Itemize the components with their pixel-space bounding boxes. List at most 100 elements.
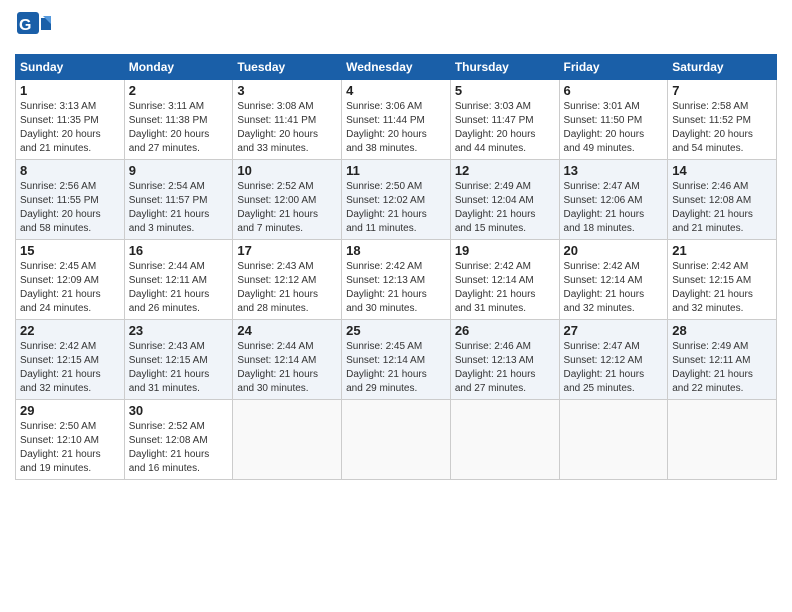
- day-number: 27: [564, 323, 664, 338]
- sunset-label: Sunset: 12:15 AM: [672, 275, 751, 286]
- day-number: 5: [455, 83, 555, 98]
- calendar-cell: 10 Sunrise: 2:52 AM Sunset: 12:00 AM Day…: [233, 160, 342, 240]
- calendar-header-row: SundayMondayTuesdayWednesdayThursdayFrid…: [16, 55, 777, 80]
- calendar-cell: 30 Sunrise: 2:52 AM Sunset: 12:08 AM Day…: [124, 400, 233, 480]
- day-info: Sunrise: 2:44 AM Sunset: 12:14 AM Daylig…: [237, 340, 337, 396]
- day-number: 29: [20, 403, 120, 418]
- day-info: Sunrise: 2:42 AM Sunset: 12:13 AM Daylig…: [346, 260, 446, 316]
- calendar-cell: [450, 400, 559, 480]
- day-info: Sunrise: 2:42 AM Sunset: 12:15 AM Daylig…: [20, 340, 120, 396]
- sunrise-label: Sunrise: 3:01 AM: [564, 101, 640, 112]
- sunset-label: Sunset: 12:14 AM: [455, 275, 534, 286]
- calendar-cell: [668, 400, 777, 480]
- day-info: Sunrise: 2:45 AM Sunset: 12:14 AM Daylig…: [346, 340, 446, 396]
- day-number: 4: [346, 83, 446, 98]
- daylight-label: Daylight: 21 hours and 31 minutes.: [129, 369, 210, 394]
- day-number: 26: [455, 323, 555, 338]
- calendar-header-friday: Friday: [559, 55, 668, 80]
- sunset-label: Sunset: 12:15 AM: [129, 355, 208, 366]
- daylight-label: Daylight: 21 hours and 15 minutes.: [455, 209, 536, 234]
- calendar-week-row: 15 Sunrise: 2:45 AM Sunset: 12:09 AM Day…: [16, 240, 777, 320]
- sunset-label: Sunset: 11:57 PM: [129, 195, 208, 206]
- sunset-label: Sunset: 12:15 AM: [20, 355, 99, 366]
- sunset-label: Sunset: 11:47 PM: [455, 115, 534, 126]
- sunrise-label: Sunrise: 2:50 AM: [346, 181, 422, 192]
- calendar-cell: 9 Sunrise: 2:54 AM Sunset: 11:57 PM Dayl…: [124, 160, 233, 240]
- calendar-header-saturday: Saturday: [668, 55, 777, 80]
- sunrise-label: Sunrise: 2:42 AM: [564, 261, 640, 272]
- daylight-label: Daylight: 20 hours and 27 minutes.: [129, 129, 210, 154]
- sunset-label: Sunset: 11:35 PM: [20, 115, 99, 126]
- day-info: Sunrise: 2:42 AM Sunset: 12:14 AM Daylig…: [564, 260, 664, 316]
- calendar-cell: 17 Sunrise: 2:43 AM Sunset: 12:12 AM Day…: [233, 240, 342, 320]
- daylight-label: Daylight: 21 hours and 22 minutes.: [672, 369, 753, 394]
- day-info: Sunrise: 2:50 AM Sunset: 12:02 AM Daylig…: [346, 180, 446, 236]
- calendar-cell: 4 Sunrise: 3:06 AM Sunset: 11:44 PM Dayl…: [342, 80, 451, 160]
- day-info: Sunrise: 2:47 AM Sunset: 12:06 AM Daylig…: [564, 180, 664, 236]
- calendar-table: SundayMondayTuesdayWednesdayThursdayFrid…: [15, 54, 777, 480]
- day-number: 24: [237, 323, 337, 338]
- day-info: Sunrise: 2:43 AM Sunset: 12:15 AM Daylig…: [129, 340, 229, 396]
- day-number: 30: [129, 403, 229, 418]
- calendar-cell: 25 Sunrise: 2:45 AM Sunset: 12:14 AM Day…: [342, 320, 451, 400]
- daylight-label: Daylight: 21 hours and 32 minutes.: [672, 289, 753, 314]
- svg-text:G: G: [19, 17, 31, 34]
- calendar-week-row: 8 Sunrise: 2:56 AM Sunset: 11:55 PM Dayl…: [16, 160, 777, 240]
- sunrise-label: Sunrise: 2:44 AM: [237, 341, 313, 352]
- daylight-label: Daylight: 20 hours and 49 minutes.: [564, 129, 645, 154]
- sunrise-label: Sunrise: 2:46 AM: [672, 181, 748, 192]
- calendar-cell: [342, 400, 451, 480]
- calendar-cell: 3 Sunrise: 3:08 AM Sunset: 11:41 PM Dayl…: [233, 80, 342, 160]
- calendar-header-thursday: Thursday: [450, 55, 559, 80]
- day-info: Sunrise: 2:44 AM Sunset: 12:11 AM Daylig…: [129, 260, 229, 316]
- sunrise-label: Sunrise: 2:47 AM: [564, 341, 640, 352]
- sunset-label: Sunset: 12:11 AM: [672, 355, 750, 366]
- calendar-cell: 11 Sunrise: 2:50 AM Sunset: 12:02 AM Day…: [342, 160, 451, 240]
- day-number: 8: [20, 163, 120, 178]
- sunrise-label: Sunrise: 2:42 AM: [346, 261, 422, 272]
- sunset-label: Sunset: 12:08 AM: [672, 195, 751, 206]
- daylight-label: Daylight: 20 hours and 33 minutes.: [237, 129, 318, 154]
- calendar-cell: 21 Sunrise: 2:42 AM Sunset: 12:15 AM Day…: [668, 240, 777, 320]
- daylight-label: Daylight: 20 hours and 44 minutes.: [455, 129, 536, 154]
- day-info: Sunrise: 3:11 AM Sunset: 11:38 PM Daylig…: [129, 100, 229, 156]
- daylight-label: Daylight: 21 hours and 30 minutes.: [346, 289, 427, 314]
- sunrise-label: Sunrise: 2:50 AM: [20, 421, 96, 432]
- day-number: 10: [237, 163, 337, 178]
- day-number: 17: [237, 243, 337, 258]
- calendar-header-monday: Monday: [124, 55, 233, 80]
- day-number: 16: [129, 243, 229, 258]
- calendar-cell: 27 Sunrise: 2:47 AM Sunset: 12:12 AM Day…: [559, 320, 668, 400]
- daylight-label: Daylight: 20 hours and 58 minutes.: [20, 209, 101, 234]
- sunrise-label: Sunrise: 3:03 AM: [455, 101, 531, 112]
- sunset-label: Sunset: 12:09 AM: [20, 275, 99, 286]
- calendar-cell: [559, 400, 668, 480]
- daylight-label: Daylight: 21 hours and 25 minutes.: [564, 369, 645, 394]
- sunrise-label: Sunrise: 3:06 AM: [346, 101, 422, 112]
- sunset-label: Sunset: 12:12 AM: [237, 275, 316, 286]
- sunrise-label: Sunrise: 2:56 AM: [20, 181, 96, 192]
- daylight-label: Daylight: 21 hours and 11 minutes.: [346, 209, 427, 234]
- calendar-cell: 12 Sunrise: 2:49 AM Sunset: 12:04 AM Day…: [450, 160, 559, 240]
- calendar-cell: 2 Sunrise: 3:11 AM Sunset: 11:38 PM Dayl…: [124, 80, 233, 160]
- calendar-cell: 23 Sunrise: 2:43 AM Sunset: 12:15 AM Day…: [124, 320, 233, 400]
- sunrise-label: Sunrise: 2:45 AM: [346, 341, 422, 352]
- day-info: Sunrise: 2:42 AM Sunset: 12:14 AM Daylig…: [455, 260, 555, 316]
- sunset-label: Sunset: 12:02 AM: [346, 195, 425, 206]
- sunset-label: Sunset: 12:00 AM: [237, 195, 316, 206]
- calendar-header-wednesday: Wednesday: [342, 55, 451, 80]
- day-number: 22: [20, 323, 120, 338]
- sunrise-label: Sunrise: 2:43 AM: [237, 261, 313, 272]
- daylight-label: Daylight: 21 hours and 3 minutes.: [129, 209, 210, 234]
- day-info: Sunrise: 2:58 AM Sunset: 11:52 PM Daylig…: [672, 100, 772, 156]
- day-info: Sunrise: 3:08 AM Sunset: 11:41 PM Daylig…: [237, 100, 337, 156]
- day-number: 7: [672, 83, 772, 98]
- calendar-cell: 18 Sunrise: 2:42 AM Sunset: 12:13 AM Day…: [342, 240, 451, 320]
- sunrise-label: Sunrise: 2:43 AM: [129, 341, 205, 352]
- calendar-header-tuesday: Tuesday: [233, 55, 342, 80]
- logo: G: [15, 10, 53, 46]
- calendar-cell: 13 Sunrise: 2:47 AM Sunset: 12:06 AM Day…: [559, 160, 668, 240]
- day-info: Sunrise: 2:42 AM Sunset: 12:15 AM Daylig…: [672, 260, 772, 316]
- daylight-label: Daylight: 20 hours and 21 minutes.: [20, 129, 101, 154]
- sunset-label: Sunset: 12:14 AM: [346, 355, 425, 366]
